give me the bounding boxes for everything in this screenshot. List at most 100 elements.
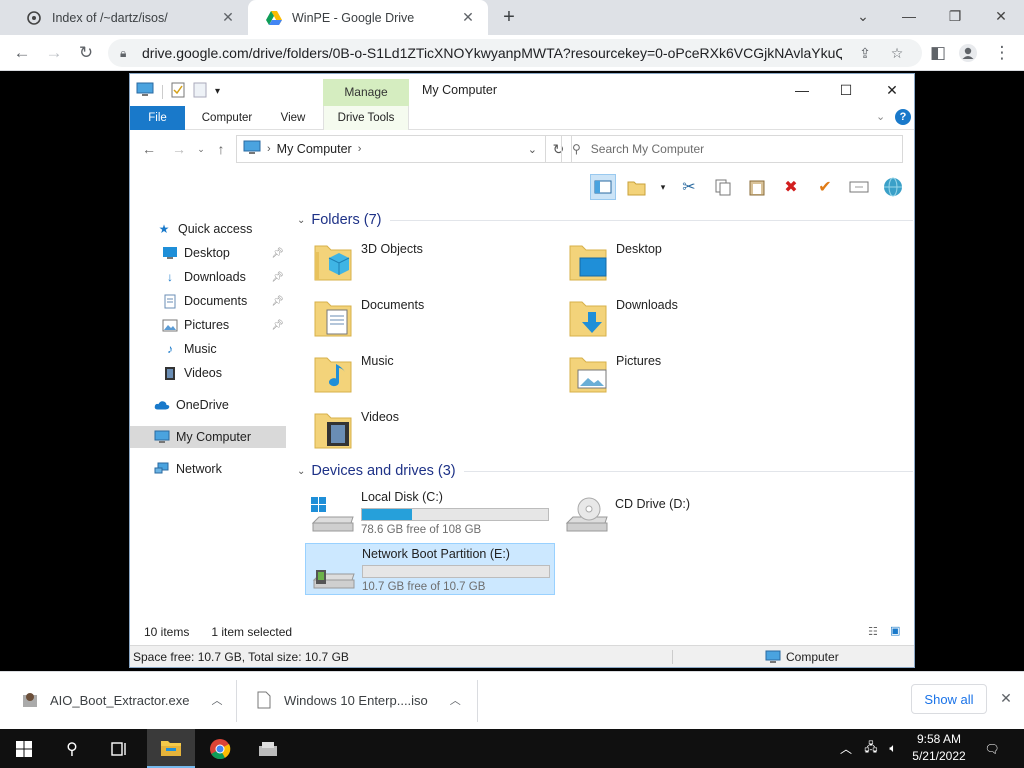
nav-music[interactable]: ♪ Music <box>130 338 286 360</box>
minimize-icon[interactable]: — <box>886 0 932 32</box>
search-icon[interactable]: ⚲ <box>48 729 96 768</box>
devices-group-header[interactable]: ⌄ Devices and drives (3) <box>297 463 913 479</box>
nav-network[interactable]: Network <box>130 458 286 480</box>
close-window-icon[interactable]: ✕ <box>978 0 1024 32</box>
task-view-icon[interactable] <box>96 729 144 768</box>
file-explorer-taskbar-icon[interactable] <box>147 729 195 768</box>
close-tab-icon[interactable]: ✕ <box>460 9 476 26</box>
cut-icon[interactable]: ✂ <box>676 174 702 200</box>
chevron-right-icon[interactable]: › <box>358 143 362 155</box>
chrome-menu-icon[interactable]: ⋮ <box>990 41 1014 65</box>
back-icon[interactable]: ← <box>140 140 158 158</box>
folder-documents[interactable]: Documents <box>293 292 533 342</box>
nav-downloads[interactable]: ↓ Downloads 📌︎ <box>130 266 286 288</box>
notifications-icon[interactable]: 🗨︎ <box>980 729 1004 768</box>
checkmark-icon[interactable]: ✔ <box>812 174 838 200</box>
tab-view[interactable]: View <box>270 106 316 130</box>
nav-onedrive[interactable]: OneDrive <box>130 394 286 416</box>
folder-videos[interactable]: Videos <box>293 404 533 454</box>
paste-icon[interactable] <box>744 174 770 200</box>
folder-music[interactable]: Music <box>293 348 533 398</box>
show-hidden-icons-icon[interactable]: ︿ <box>836 729 856 768</box>
drive-e[interactable]: Network Boot Partition (E:) 10.7 GB free… <box>305 543 555 595</box>
copy-icon[interactable] <box>710 174 736 200</box>
address-box[interactable]: › My Computer › ⌄ <box>236 135 546 163</box>
folder-pictures[interactable]: Pictures <box>548 348 788 398</box>
collapse-chevron-icon[interactable]: ⌄ <box>297 215 305 226</box>
close-window-icon[interactable]: ✕ <box>872 78 912 102</box>
tab-search-icon[interactable]: ⌄ <box>840 0 886 32</box>
collapse-chevron-icon[interactable]: ⌄ <box>297 466 305 477</box>
browser-tab-index[interactable]: Index of /~dartz/isos/ ✕ <box>8 0 248 35</box>
pin-icon[interactable]: 📌︎ <box>271 272 284 283</box>
close-shelf-icon[interactable]: ✕ <box>996 688 1016 708</box>
browser-tab-drive[interactable]: WinPE - Google Drive ✕ <box>248 0 488 35</box>
app-taskbar-icon[interactable] <box>244 729 292 768</box>
folder-3d-objects[interactable]: 3D Objects <box>293 236 533 286</box>
network-status-icon[interactable]: 🖧︎ <box>860 729 882 768</box>
search-input[interactable]: ⚲ Search My Computer <box>561 135 903 163</box>
restore-icon[interactable]: ❐ <box>932 0 978 32</box>
download-item-iso[interactable]: Windows 10 Enterp....iso ︿ <box>254 680 461 720</box>
pin-icon[interactable]: 📌︎ <box>271 248 284 259</box>
recent-locations-icon[interactable]: ⌄ <box>192 140 210 158</box>
up-icon[interactable]: ↑ <box>212 140 230 158</box>
nav-my-computer[interactable]: My Computer <box>130 426 286 448</box>
start-windows-icon[interactable] <box>0 729 48 768</box>
profile-avatar-icon[interactable] <box>956 41 980 65</box>
nav-quick-access[interactable]: ★ Quick access <box>130 218 286 240</box>
forward-icon[interactable]: → <box>42 41 66 65</box>
address-dropdown-icon[interactable]: ⌄ <box>528 143 537 156</box>
minimize-icon[interactable]: — <box>782 78 822 102</box>
delete-icon[interactable]: ✖ <box>778 174 804 200</box>
side-panel-icon[interactable]: ◧ <box>926 41 950 65</box>
dropdown-icon[interactable]: ▾ <box>658 174 668 200</box>
breadcrumb[interactable]: My Computer <box>277 142 352 156</box>
folders-group-header[interactable]: ⌄ Folders (7) <box>297 212 913 228</box>
back-icon[interactable]: ← <box>10 41 34 65</box>
rename-icon[interactable] <box>846 174 872 200</box>
globe-icon[interactable] <box>880 174 906 200</box>
new-item-icon[interactable] <box>624 174 650 200</box>
properties-icon[interactable] <box>171 82 185 101</box>
large-icons-view-icon[interactable]: ▣ <box>890 624 900 637</box>
tab-drive-tools[interactable]: Drive Tools <box>323 106 409 130</box>
drive-usage-bar <box>362 565 550 578</box>
close-tab-icon[interactable]: ✕ <box>220 9 236 26</box>
chrome-taskbar-icon[interactable] <box>196 729 244 768</box>
drive-c[interactable]: Local Disk (C:) 78.6 GB free of 108 GB <box>305 487 555 539</box>
system-clock[interactable]: 9:58 AM 5/21/2022 <box>900 731 978 765</box>
bookmark-star-icon[interactable]: ☆ <box>888 44 906 62</box>
desktop-icon <box>162 245 178 261</box>
maximize-icon[interactable]: ☐ <box>826 78 866 102</box>
nav-desktop[interactable]: Desktop 📌︎ <box>130 242 286 264</box>
chevron-up-icon[interactable]: ︿ <box>450 692 461 708</box>
manage-contextual-tab[interactable]: Manage <box>323 79 409 106</box>
folder-desktop[interactable]: Desktop <box>548 236 788 286</box>
download-item-aio[interactable]: AIO_Boot_Extractor.exe ︿ <box>20 680 222 720</box>
pin-icon[interactable]: 📌︎ <box>271 320 284 331</box>
folder-downloads[interactable]: Downloads <box>548 292 788 342</box>
forward-icon[interactable]: → <box>170 140 188 158</box>
ribbon-expand-icon[interactable]: ⌄ <box>876 110 885 123</box>
new-tab-icon[interactable]: + <box>498 6 520 28</box>
address-bar[interactable]: 🔒︎ drive.google.com/drive/folders/0B-o-S… <box>108 39 922 67</box>
help-icon[interactable]: ? <box>895 109 911 125</box>
tab-file[interactable]: File <box>130 106 185 130</box>
nav-pictures[interactable]: Pictures 📌︎ <box>130 314 286 336</box>
chevron-up-icon[interactable]: ︿ <box>211 692 222 708</box>
nav-videos[interactable]: Videos <box>130 362 286 384</box>
tab-computer[interactable]: Computer <box>192 106 262 130</box>
share-icon[interactable]: ⇪ <box>856 44 874 62</box>
preview-pane-icon[interactable] <box>590 174 616 200</box>
nav-documents[interactable]: Documents 📌︎ <box>130 290 286 312</box>
new-folder-icon[interactable] <box>193 82 207 101</box>
pin-icon[interactable]: 📌︎ <box>271 296 284 307</box>
qat-dropdown-icon[interactable]: ▾ <box>215 86 220 97</box>
show-all-button[interactable]: Show all <box>911 684 987 714</box>
documents-folder-icon <box>314 301 352 337</box>
drive-d[interactable]: CD Drive (D:) <box>559 487 809 539</box>
details-view-icon[interactable]: ☷ <box>868 625 878 638</box>
computer-icon <box>136 82 154 101</box>
reload-icon[interactable]: ↻ <box>74 41 98 65</box>
